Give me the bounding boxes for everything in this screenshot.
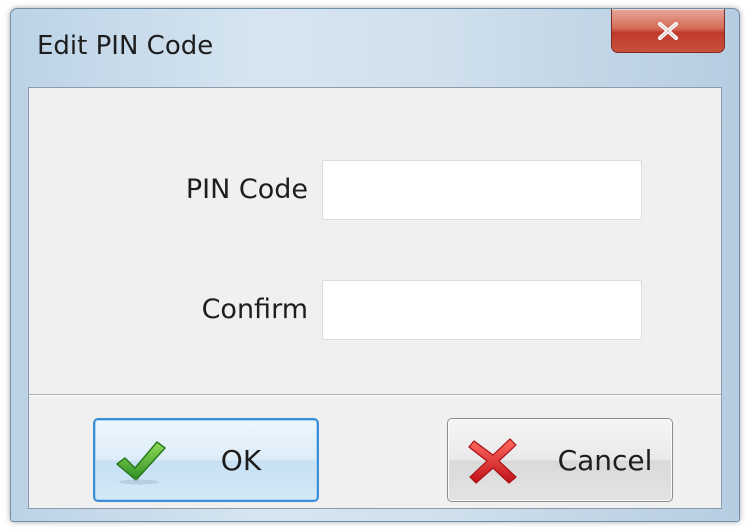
- dialog-title: Edit PIN Code: [37, 31, 214, 61]
- dialog-client-area: PIN Code Confirm OK Cancel: [28, 87, 722, 509]
- pin-code-input[interactable]: [322, 160, 642, 220]
- edit-pin-dialog: Edit PIN Code PIN Code Confirm OK Cancel: [10, 8, 740, 522]
- separator: [29, 394, 721, 396]
- checkmark-icon: [116, 441, 166, 485]
- ok-button[interactable]: OK: [93, 418, 319, 502]
- close-icon: [658, 21, 678, 40]
- confirm-label: Confirm: [201, 294, 308, 325]
- red-x-icon: [468, 438, 517, 484]
- cancel-button[interactable]: Cancel: [447, 418, 673, 502]
- pin-code-label: PIN Code: [185, 174, 308, 205]
- cancel-button-label: Cancel: [557, 443, 653, 477]
- close-button[interactable]: [611, 9, 725, 53]
- ok-button-label: OK: [220, 443, 262, 477]
- confirm-input[interactable]: [322, 280, 642, 340]
